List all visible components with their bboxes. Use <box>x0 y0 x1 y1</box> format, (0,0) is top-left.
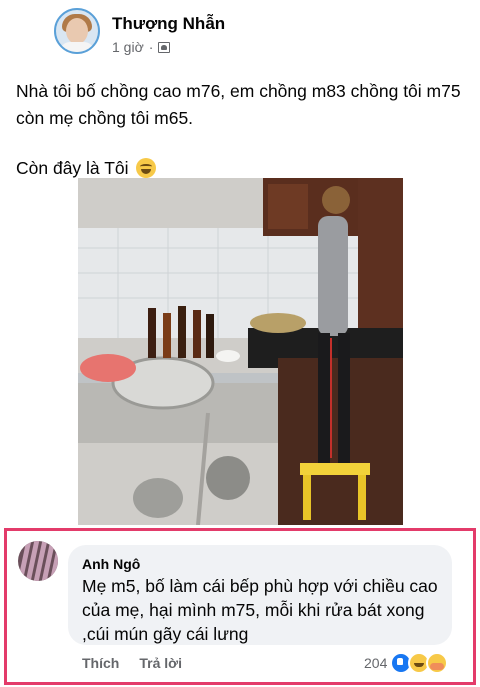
like-button[interactable]: Thích <box>82 655 119 671</box>
meta-separator: · <box>148 39 154 55</box>
reactions-summary[interactable]: 204 <box>364 652 449 674</box>
reply-button[interactable]: Trả lời <box>139 655 182 671</box>
friends-audience-icon <box>158 41 171 53</box>
laughing-emoji-icon <box>136 158 157 178</box>
comment-actions: Thích Trả lời <box>82 655 182 671</box>
comment-text: Mẹ m5, bố làm cái bếp phù hợp với chiều … <box>82 576 438 644</box>
post-body: Nhà tôi bố chồng cao m76, em chồng m83 c… <box>16 78 466 182</box>
comment-bubble: Anh Ngô Mẹ m5, bố làm cái bếp phù hợp vớ… <box>68 545 452 645</box>
post-author-name[interactable]: Thượng Nhẫn <box>112 14 225 34</box>
author-avatar[interactable] <box>54 8 100 54</box>
care-reaction-icon <box>426 652 449 674</box>
post-header: Thượng Nhẫn 1 giờ · <box>0 0 480 64</box>
post-text-line-1: Nhà tôi bố chồng cao m76, em chồng m83 c… <box>16 81 461 128</box>
post-meta: 1 giờ · <box>112 39 171 55</box>
reaction-count: 204 <box>364 655 388 671</box>
commenter-avatar[interactable] <box>18 541 58 581</box>
post-time[interactable]: 1 giờ <box>112 39 144 55</box>
commenter-name[interactable]: Anh Ngô <box>82 556 140 572</box>
post-photo[interactable] <box>78 178 403 525</box>
kitchen-photo-illustration <box>78 178 403 525</box>
